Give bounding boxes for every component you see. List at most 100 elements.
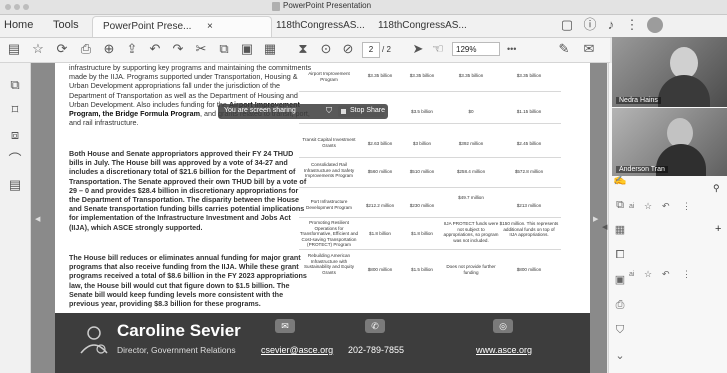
bookmark-icon[interactable]: ⌑	[7, 102, 23, 118]
table-cell: Transit Capital Investment Grants	[302, 137, 356, 148]
export-pdf-icon[interactable]: ⧠	[613, 248, 627, 262]
share-icon[interactable]: ⟳	[54, 41, 70, 57]
table-cell: $2.63 billion	[367, 141, 393, 146]
expand-down-icon[interactable]: ⌄	[613, 349, 627, 363]
table-cell: Rebuilding American Infrastructure with …	[303, 253, 355, 275]
video-tile-nedra[interactable]: Nedra Hains	[612, 37, 727, 107]
protect-icon[interactable]: ⛉	[613, 323, 627, 337]
video-tile-anderson[interactable]: Anderson Tran	[612, 108, 727, 176]
star-icon[interactable]: ☆	[644, 201, 652, 212]
scroll-right-icon[interactable]: ▶	[593, 215, 598, 223]
apps-grid-icon[interactable]: ⋮	[624, 17, 640, 33]
table-cell: IIJA PROTECT funds were not subject to a…	[443, 221, 499, 243]
document-icon[interactable]: ▤	[7, 177, 23, 193]
table-cell: $392 million	[458, 141, 484, 146]
table-cell: $230 million	[409, 203, 435, 208]
notification-bell-icon[interactable]: ♪	[603, 17, 619, 33]
plus-icon[interactable]: +	[715, 223, 721, 235]
zoom-in-icon[interactable]: ⊕	[101, 41, 117, 57]
cut-icon[interactable]: ✂	[193, 41, 209, 57]
minimize-window-icon[interactable]	[14, 4, 20, 10]
star-icon[interactable]: ☆	[644, 269, 652, 280]
scroll-left-icon[interactable]: ◀	[35, 215, 40, 223]
page-total: / 2	[382, 45, 391, 54]
table-cell: $212.2 million	[365, 203, 395, 208]
table-cell: $258.4 million	[456, 169, 486, 174]
page-down-icon[interactable]: ⊘	[340, 41, 356, 57]
print-production-icon[interactable]: ⎙	[613, 298, 627, 312]
binoculars-icon[interactable]: ⧗	[295, 41, 311, 57]
image-icon[interactable]: ▦	[262, 41, 278, 57]
table-divider	[299, 249, 561, 250]
tab-bar: Home Tools PowerPoint Prese... × 118thCo…	[0, 15, 727, 38]
table-divider	[299, 217, 561, 218]
table-cell: $560 million	[367, 169, 393, 174]
pages-icon[interactable]: ⧉	[7, 77, 23, 93]
reply-icon[interactable]: ↶	[662, 201, 670, 212]
tab-powerpoint[interactable]: PowerPoint Prese... ×	[92, 16, 272, 37]
comment-icon[interactable]: ✉	[581, 41, 597, 57]
more-icon[interactable]: ⋮	[682, 269, 691, 280]
home-menu[interactable]: Home	[4, 19, 33, 31]
participant-name: Nedra Hains	[616, 97, 661, 104]
table-cell: $2.45 billion	[516, 141, 542, 146]
table-divider	[299, 157, 561, 158]
table-cell: Promoting Resilient Operations for Trans…	[299, 220, 359, 248]
close-tab-icon[interactable]: ×	[207, 21, 213, 32]
contact-role: Director, Government Relations	[117, 345, 236, 355]
table-cell: $3.35 billion	[367, 73, 393, 78]
tab-118th-congress-1[interactable]: 118thCongressAS...	[272, 16, 370, 36]
tools-menu[interactable]: Tools	[53, 19, 79, 31]
funding-table: Airport Improvement Program $3.35 billio…	[299, 61, 589, 291]
maximize-window-icon[interactable]	[23, 4, 29, 10]
sign-pen-icon[interactable]: ✎	[556, 41, 572, 57]
user-outline-icon	[80, 326, 108, 354]
left-tool-rail: ⧉ ⌑ ⧈ ⌒ ▤	[0, 63, 31, 373]
user-icon[interactable]: ⚲	[713, 183, 720, 194]
print-icon[interactable]: ⎙	[78, 41, 94, 57]
attachment-icon[interactable]: ⌒	[7, 152, 23, 168]
website-link[interactable]: www.asce.org	[476, 345, 532, 355]
chat-icon[interactable]: ▢	[559, 17, 575, 33]
more-options-icon[interactable]: •••	[507, 44, 516, 54]
undo-icon[interactable]: ↶	[147, 41, 163, 57]
zoom-select[interactable]: 129%	[452, 42, 500, 56]
hand-tool-icon[interactable]: ☜	[430, 41, 446, 57]
paste-icon[interactable]: ▣	[239, 41, 255, 57]
table-cell: $3.35 billion	[458, 73, 484, 78]
compress-icon[interactable]: ▣	[613, 273, 627, 287]
reply-icon[interactable]: ↶	[662, 269, 670, 280]
layers-icon[interactable]: ⧈	[7, 127, 23, 143]
tab-label: 118thCongressAS...	[378, 20, 467, 31]
grant-paragraph: The House bill reduces or eliminates ann…	[69, 253, 307, 309]
table-cell: $150 million. This represents additional…	[499, 221, 559, 238]
export-icon[interactable]: ⇪	[124, 41, 140, 57]
sidebar-toggle-icon[interactable]: ▤	[6, 41, 22, 57]
tab-118th-congress-2[interactable]: 118thCongressAS...	[372, 16, 470, 36]
table-cell: $1.5 billion	[411, 267, 433, 272]
organize-pages-icon[interactable]: ▦	[613, 223, 627, 237]
collapse-panel-icon[interactable]: ◀	[602, 223, 607, 231]
bookmark-star-icon[interactable]: ☆	[30, 41, 46, 57]
copy-icon[interactable]: ⧉	[216, 41, 232, 57]
comment-add-icon[interactable]: ⧉	[613, 198, 627, 212]
select-cursor-icon[interactable]: ➤	[410, 41, 426, 57]
help-icon[interactable]: ⓘ	[582, 17, 598, 33]
close-window-icon[interactable]	[5, 4, 11, 10]
more-icon[interactable]: ⋮	[682, 201, 691, 212]
table-cell: $213 million	[516, 203, 542, 208]
table-cell: $800 million	[516, 267, 542, 272]
table-cell: $1.15 billion	[516, 109, 542, 114]
page-number-input[interactable]: 2	[362, 42, 380, 58]
file-mark: ai	[629, 271, 635, 278]
stop-share-button[interactable]: Stop Share	[338, 106, 385, 117]
page-up-icon[interactable]: ⊙	[318, 41, 334, 57]
table-divider	[299, 91, 561, 92]
email-link[interactable]: csevier@asce.org	[261, 345, 333, 355]
window-title: PowerPoint Presentation	[283, 1, 372, 10]
redo-icon[interactable]: ↷	[170, 41, 186, 57]
table-cell: Port Infrastructure Development Program	[306, 199, 352, 210]
table-cell: $800 million	[367, 267, 393, 272]
screen-share-bar: You are screen sharing ⛉ Stop Share	[218, 104, 388, 119]
avatar[interactable]	[647, 17, 663, 33]
